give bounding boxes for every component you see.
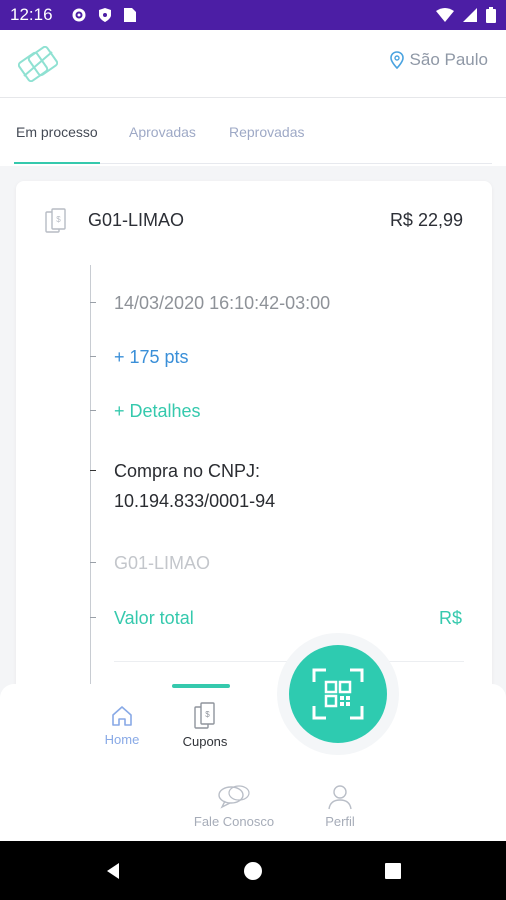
location-label: São Paulo — [409, 50, 488, 69]
timeline-tick — [90, 410, 96, 411]
coupon-amount: R$ 22,99 — [389, 210, 463, 230]
app-header: São Paulo — [0, 30, 506, 98]
nav-home-label: Home — [104, 732, 140, 747]
coupon-card[interactable]: $ G01-LIMAO R$ 22,99 14/03/2020 16:10:42… — [16, 181, 492, 741]
timeline-tick — [90, 302, 96, 303]
store-name: G01-LIMAO — [114, 553, 211, 573]
svg-text:$: $ — [205, 710, 210, 719]
timeline-tick — [90, 356, 96, 357]
nav-home[interactable]: Home — [100, 704, 144, 747]
timeline-line — [90, 265, 91, 685]
total-label: Valor total — [114, 608, 194, 628]
nav-fale-conosco[interactable]: Fale Conosco — [184, 784, 284, 829]
chat-icon — [218, 785, 250, 809]
qr-scan-icon — [312, 668, 364, 720]
settings-icon — [72, 8, 86, 22]
tabs-bar: Em processo Aprovadas Reprovadas — [0, 98, 506, 166]
cnpj-block: Compra no CNPJ: 10.194.833/0001-94 — [114, 456, 275, 516]
wifi-icon — [436, 8, 454, 22]
coupon-datetime: 14/03/2020 16:10:42-03:00 — [114, 293, 331, 313]
tab-em-processo[interactable]: Em processo — [16, 124, 98, 140]
nav-active-indicator — [172, 684, 230, 688]
status-time: 12:16 — [10, 5, 53, 24]
home-icon — [112, 706, 132, 726]
tab-reprovadas[interactable]: Reprovadas — [229, 124, 305, 140]
timeline-tick — [90, 470, 96, 471]
nav-perfil[interactable]: Perfil — [315, 784, 365, 829]
battery-icon — [486, 7, 496, 23]
signal-icon — [463, 8, 477, 22]
user-icon — [328, 785, 352, 810]
nav-cupons-label: Cupons — [182, 734, 228, 749]
location-selector[interactable]: São Paulo — [389, 50, 488, 70]
receipt-icon: $ — [194, 702, 215, 729]
bottom-navigation: Home $ Cupons Fale Conosco Perfil — [0, 684, 506, 841]
timeline-tick — [90, 617, 96, 618]
coupon-points: + 175 pts — [114, 347, 189, 367]
receipt-icon: $ — [45, 208, 66, 233]
status-notification-icons — [71, 7, 137, 23]
home-circle-icon[interactable] — [243, 861, 263, 881]
tab-active-indicator — [14, 162, 100, 164]
nav-cupons[interactable]: $ Cupons — [175, 702, 235, 749]
status-bar: 12:16 — [0, 0, 506, 30]
recents-icon[interactable] — [383, 861, 403, 881]
cnpj-label: Compra no CNPJ: — [114, 461, 261, 481]
details-link[interactable]: + Detalhes — [114, 396, 201, 426]
svg-text:$: $ — [56, 215, 61, 224]
shield-icon — [98, 8, 111, 22]
location-pin-icon — [389, 51, 404, 69]
android-navigation-bar — [0, 841, 506, 900]
cnpj-value: 10.194.833/0001-94 — [114, 491, 276, 511]
scan-button-ring — [277, 633, 399, 755]
coupon-title: G01-LIMAO — [88, 210, 185, 230]
app-logo — [18, 46, 58, 82]
tab-aprovadas[interactable]: Aprovadas — [129, 124, 196, 140]
scan-qr-button[interactable] — [289, 645, 387, 743]
nav-perfil-label: Perfil — [325, 814, 355, 829]
sim-card-icon — [123, 8, 136, 22]
back-icon[interactable] — [103, 861, 123, 881]
status-system-icons — [436, 7, 496, 23]
nav-fale-label: Fale Conosco — [193, 814, 275, 829]
total-value: R$ — [438, 608, 462, 628]
timeline-tick — [90, 562, 96, 563]
